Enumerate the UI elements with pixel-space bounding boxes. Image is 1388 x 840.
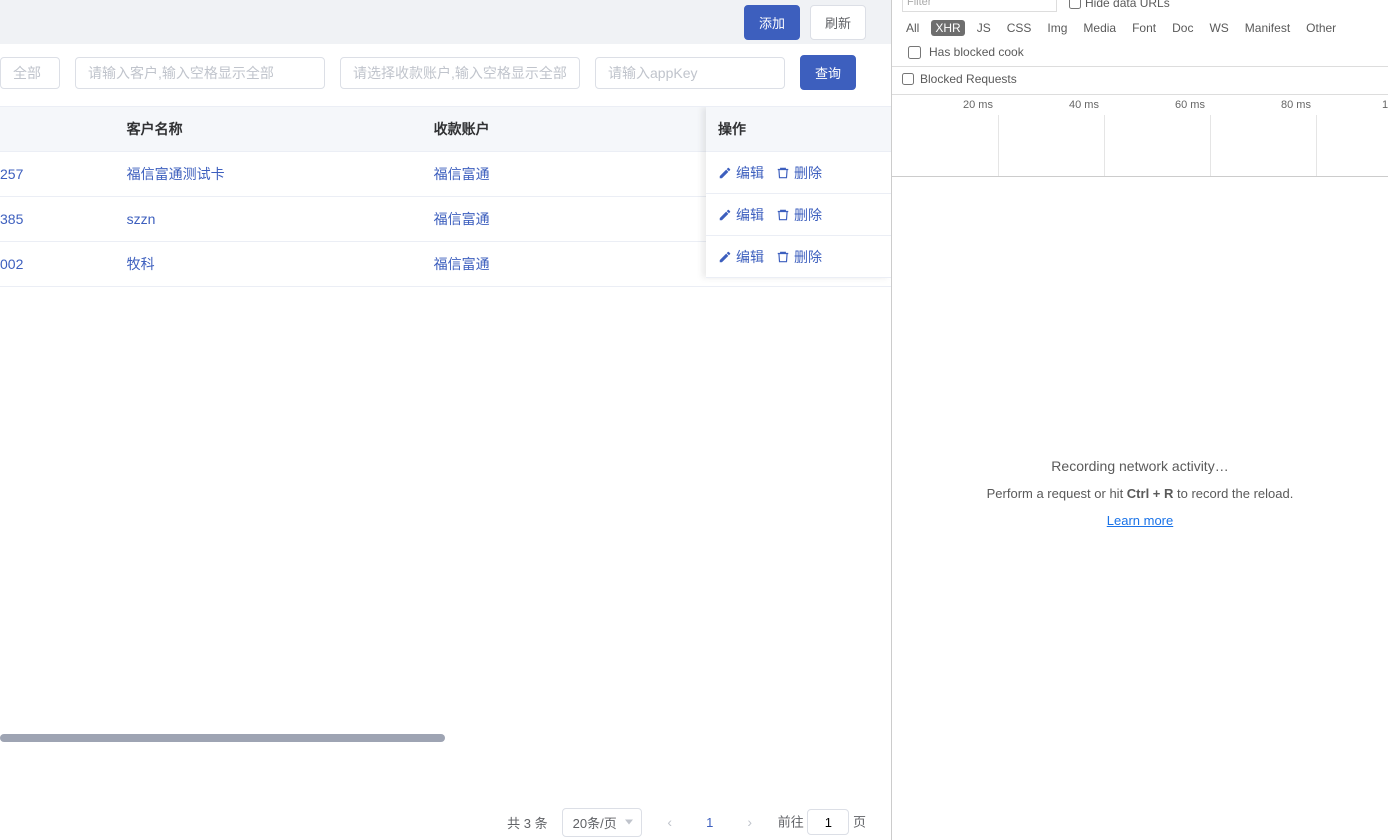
cell-customer: 牧科 [117,242,424,287]
delete-link[interactable]: 删除 [776,163,822,183]
type-filter-doc[interactable]: Doc [1168,20,1197,36]
pagination-prev[interactable]: ‹ [656,814,684,830]
table-container: 客户名称 收款账户 AppKey 257福信富通测试卡福信富通fxft25HRg… [0,106,891,766]
filter-partial-input[interactable] [0,57,60,89]
timeline-tick: 40 ms [1069,99,1099,111]
delete-link[interactable]: 删除 [776,247,822,267]
pagination-next[interactable]: › [736,814,764,830]
delete-link[interactable]: 删除 [776,205,822,225]
fixed-action-column: 操作 编辑删除编辑删除编辑删除 [706,107,891,278]
hint-pre: Perform a request or hit [987,486,1127,501]
pagination-pagesize-select[interactable]: 20条/页 [562,808,642,837]
recording-text: Recording network activity… [1051,458,1228,474]
devtools-empty-state: Recording network activity… Perform a re… [892,145,1388,840]
has-blocked-cookies-box[interactable] [908,46,921,59]
edit-link[interactable]: 编辑 [718,247,764,267]
horizontal-scrollbar[interactable] [0,734,445,742]
delete-label: 删除 [794,163,822,183]
pagination-page-1[interactable]: 1 [698,815,722,830]
hide-data-urls-checkbox[interactable]: Hide data URLs [1069,0,1170,10]
timeline-tick: 80 ms [1281,99,1311,111]
edit-link[interactable]: 编辑 [718,205,764,225]
has-blocked-cookies-checkbox[interactable]: Has blocked cook [908,44,1028,60]
type-filter-font[interactable]: Font [1128,20,1160,36]
hide-data-urls-box[interactable] [1069,0,1081,9]
timeline-tick: 20 ms [963,99,993,111]
cell-id: 385 [0,197,117,242]
hide-data-urls-label: Hide data URLs [1085,0,1170,10]
pagination-goto: 前往 页 [778,809,866,835]
search-button[interactable]: 查询 [800,55,856,90]
hint-text: Perform a request or hit Ctrl + R to rec… [987,486,1294,501]
edit-label: 编辑 [736,205,764,225]
type-filter-other[interactable]: Other [1302,20,1340,36]
cell-id: 002 [0,242,117,287]
blocked-requests-label: Blocked Requests [920,72,1017,86]
type-filter-all[interactable]: All [902,20,923,36]
pagination-goto-prefix: 前往 [778,815,804,830]
refresh-button[interactable]: 刷新 [810,5,866,40]
th-id [0,107,117,152]
filter-customer-input[interactable] [75,57,325,89]
type-filter-js[interactable]: JS [973,20,995,36]
type-filter-manifest[interactable]: Manifest [1241,20,1294,36]
type-filter-media[interactable]: Media [1079,20,1120,36]
has-blocked-cookies-label: Has blocked cook [925,44,1028,60]
action-row: 编辑 删除 [706,194,891,236]
filter-account-input[interactable] [340,57,580,89]
filter-appkey-input[interactable] [595,57,785,89]
type-filter-ws[interactable]: WS [1205,20,1232,36]
action-row: 编辑 删除 [706,152,891,194]
th-account: 收款账户 [424,107,731,152]
pagination-total: 共 3 条 [507,813,547,832]
edit-label: 编辑 [736,163,764,183]
type-filter-img[interactable]: Img [1043,20,1071,36]
action-row: 编辑 删除 [706,236,891,278]
type-filter-css[interactable]: CSS [1003,20,1036,36]
pagination-goto-suffix: 页 [853,815,866,830]
toolbar: 添加 刷新 [0,0,891,44]
devtools-type-filters: All XHR JS CSS Img Media Font Doc WS Manifest Othe… [892,14,1388,67]
devtools-network-panel: Filter Hide data URLs All XHR JS CSS Img Medi… [891,0,1388,840]
devtools-filter-input[interactable]: Filter [902,0,1057,12]
delete-label: 删除 [794,205,822,225]
timeline-tick: 60 ms [1175,99,1205,111]
th-action: 操作 [706,107,891,152]
edit-label: 编辑 [736,247,764,267]
cell-id: 257 [0,152,117,197]
type-filter-xhr[interactable]: XHR [931,20,964,36]
th-customer: 客户名称 [117,107,424,152]
filter-row: 查询 [0,44,891,101]
timeline-tick: 1 [1382,99,1388,111]
cell-customer: szzn [117,197,424,242]
hint-post: to record the reload. [1173,486,1293,501]
pagination-goto-input[interactable] [807,809,849,835]
cell-account: 福信富通 [424,152,731,197]
cell-customer: 福信富通测试卡 [117,152,424,197]
cell-account: 福信富通 [424,242,731,287]
delete-label: 删除 [794,247,822,267]
add-button[interactable]: 添加 [744,5,800,40]
learn-more-link[interactable]: Learn more [1107,513,1173,528]
edit-link[interactable]: 编辑 [718,163,764,183]
cell-account: 福信富通 [424,197,731,242]
blocked-requests-checkbox[interactable] [902,73,914,85]
pagination: 共 3 条 20条/页 ‹ 1 › 前往 页 [0,807,866,837]
hint-key: Ctrl + R [1127,486,1174,501]
